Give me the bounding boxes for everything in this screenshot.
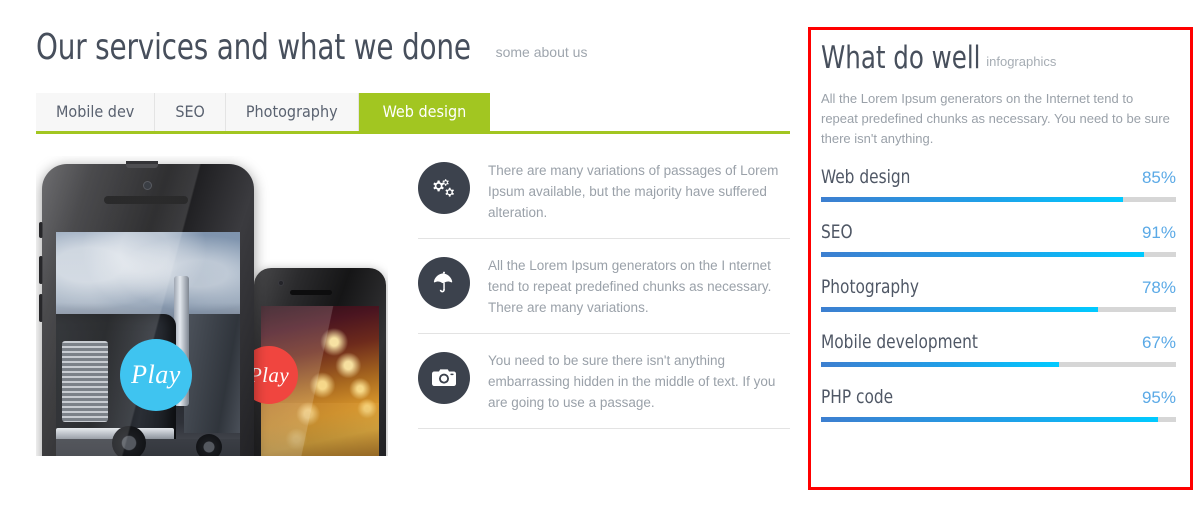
phone-mockup-showcase: Play Play (36, 156, 388, 456)
skill-label: SEO (821, 221, 853, 243)
earpiece-speaker (104, 196, 188, 204)
section-header: Our services and what we done some about… (36, 26, 790, 70)
page-title: Our services and what we done (36, 27, 471, 68)
skill-row: Photography 78% (821, 276, 1176, 312)
front-phone-mockup: Play (39, 161, 254, 456)
volume-up-button (39, 256, 43, 284)
skill-track (821, 362, 1176, 367)
front-camera-icon (278, 280, 284, 286)
skill-row: SEO 91% (821, 221, 1176, 257)
skill-value: 78% (1141, 278, 1176, 297)
skill-label: Photography (821, 276, 920, 298)
tabs-underline (36, 131, 790, 134)
phone-top-nub (126, 161, 158, 168)
feature-text: There are many variations of passages of… (488, 163, 779, 220)
skill-label: Mobile development (821, 331, 978, 353)
tab-photography[interactable]: Photography (225, 93, 359, 131)
services-section: Our services and what we done some about… (36, 26, 790, 456)
skill-value: 85% (1141, 168, 1176, 187)
infographics-panel: What do well infographics All the Lorem … (808, 27, 1193, 490)
truck-trailer (184, 313, 240, 434)
skill-row: Mobile development 67% (821, 331, 1176, 367)
feature-item: All the Lorem Ipsum generators on the I … (418, 255, 790, 334)
tab-panel-web-design: Play Play There are many variations of p… (36, 156, 790, 456)
skill-bar-chart: Web design 85% SEO 91% Photography 78% M… (821, 166, 1176, 422)
panel-header: What do well infographics (821, 40, 1176, 76)
skill-value: 67% (1141, 333, 1176, 352)
services-page: Our services and what we done some about… (0, 0, 1203, 513)
front-camera-icon (143, 181, 152, 190)
tab-strip: Mobile dev SEO Photography Web design (36, 93, 790, 131)
skill-fill (821, 307, 1098, 312)
skill-fill (821, 197, 1123, 202)
camera-icon (418, 352, 470, 404)
skill-track (821, 417, 1176, 422)
skill-row: PHP code 95% (821, 386, 1176, 422)
tab-mobile-dev[interactable]: Mobile dev (36, 93, 156, 131)
back-phone-mockup: Play (240, 268, 386, 456)
skill-track (821, 197, 1176, 202)
tab-seo[interactable]: SEO (155, 93, 226, 131)
truck-wheel (196, 434, 222, 456)
feature-list: There are many variations of passages of… (418, 156, 790, 456)
truck-grille (62, 340, 108, 423)
play-button-blue[interactable]: Play (120, 339, 192, 411)
panel-description: All the Lorem Ipsum generators on the In… (821, 91, 1170, 146)
silent-switch (39, 222, 43, 238)
skill-track (821, 307, 1176, 312)
umbrella-icon (418, 257, 470, 309)
feature-text: You need to be sure there isn't anything… (488, 353, 776, 410)
earpiece-speaker (290, 290, 332, 295)
skill-value: 91% (1141, 223, 1176, 242)
skill-fill (821, 417, 1159, 422)
tab-web-design[interactable]: Web design (358, 93, 491, 131)
truck-wheel (112, 426, 146, 456)
volume-down-button (39, 294, 43, 322)
skill-row: Web design 85% (821, 166, 1176, 202)
skill-fill (821, 362, 1059, 367)
skill-label: PHP code (821, 386, 894, 408)
skill-fill (821, 252, 1145, 257)
tabs-bar: Mobile dev SEO Photography Web design (36, 93, 790, 134)
cogs-icon (418, 162, 470, 214)
feature-text: All the Lorem Ipsum generators on the I … (488, 258, 772, 315)
panel-subtitle: infographics (986, 54, 1057, 69)
panel-title: What do well (821, 40, 981, 76)
feature-item: You need to be sure there isn't anything… (418, 350, 790, 429)
skill-value: 95% (1141, 388, 1176, 407)
page-subtitle: some about us (495, 44, 588, 60)
skill-track (821, 252, 1176, 257)
skill-label: Web design (821, 166, 911, 188)
feature-item: There are many variations of passages of… (418, 160, 790, 239)
